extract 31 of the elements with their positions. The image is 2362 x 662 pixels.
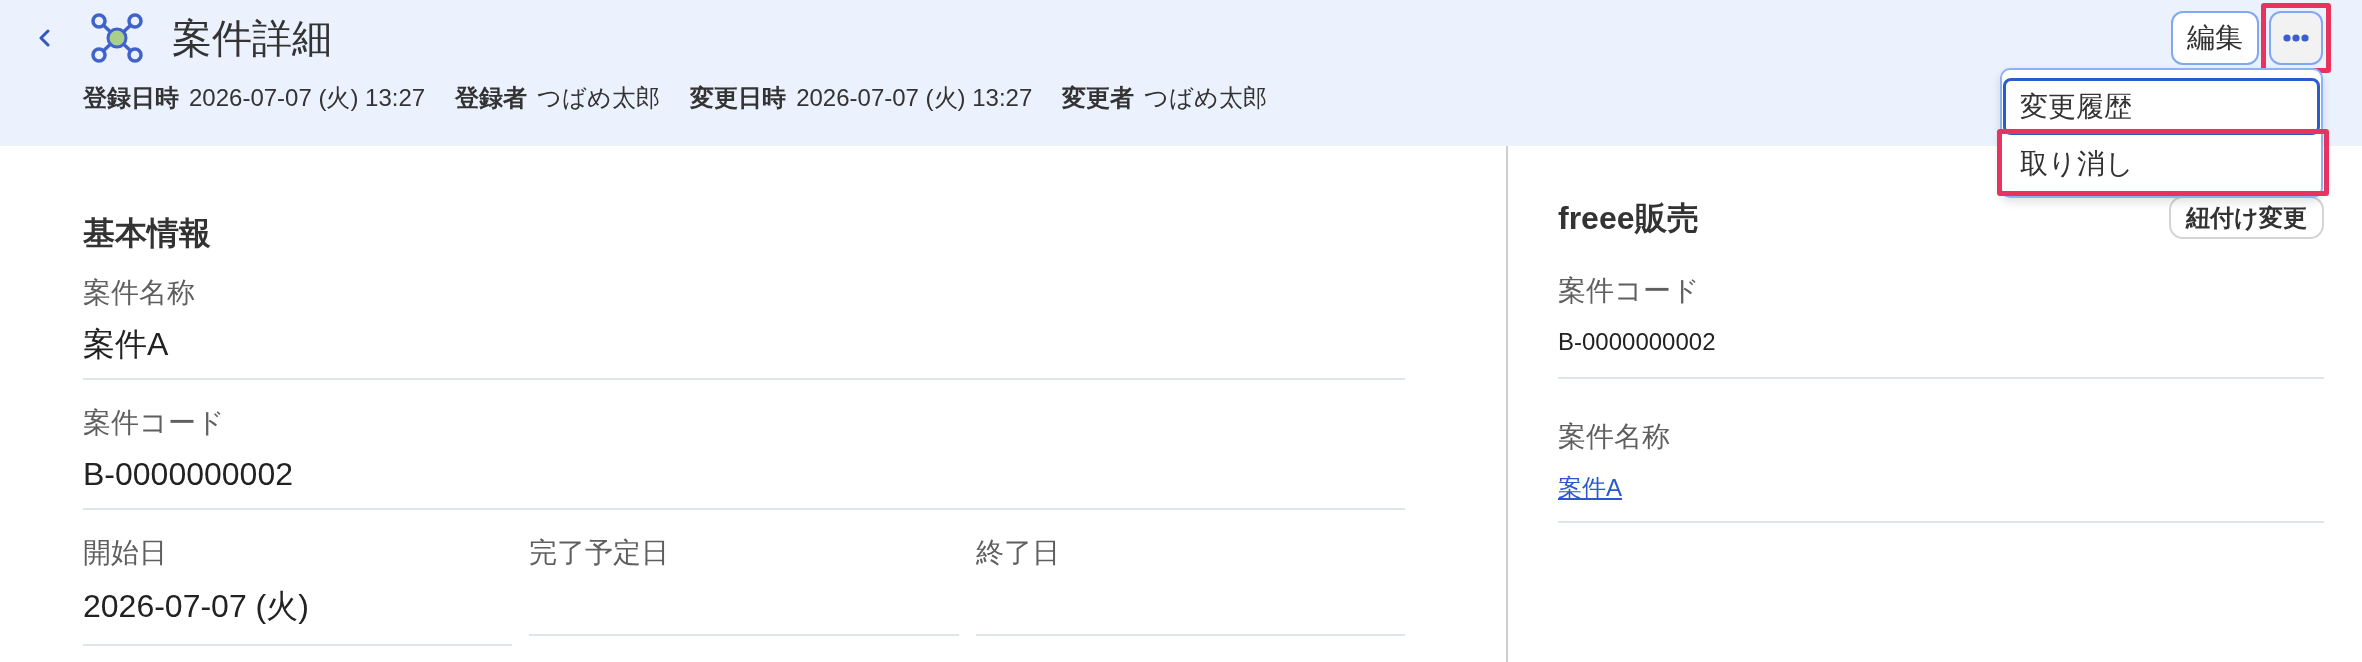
field-value: B-0000000002: [1558, 327, 1716, 357]
field-label: 完了予定日: [529, 536, 670, 570]
field-value: 2026-07-07 (火): [83, 587, 309, 626]
field-label: 開始日: [83, 536, 167, 570]
action-button[interactable]: 編集: [2171, 11, 2259, 65]
link[interactable]: 案件A: [1558, 474, 1622, 501]
network-icon: [91, 13, 143, 63]
ellipsis-icon: [2283, 34, 2309, 42]
meta-label: 登録日時: [83, 83, 179, 113]
more-button[interactable]: [2269, 11, 2323, 65]
meta-value: つばめ太郎: [1144, 83, 1268, 113]
field-label: 案件名称: [83, 276, 195, 310]
menu-item[interactable]: 変更履歴: [2003, 78, 2320, 135]
field-value: B-0000000002: [83, 455, 293, 494]
meta-value: 2026-07-07 (火) 13:27: [796, 83, 1033, 113]
back-button[interactable]: [37, 29, 51, 47]
chevron-left-icon: [37, 29, 51, 47]
page-title: 案件詳細: [172, 15, 332, 62]
section-heading: 基本情報: [83, 214, 211, 253]
meta-label: 登録者: [455, 83, 528, 113]
field-value: 案件A: [83, 325, 169, 364]
meta-value: つばめ太郎: [537, 83, 661, 113]
section-heading: freee販売: [1558, 198, 1699, 238]
relink-button[interactable]: 紐付け変更: [2169, 196, 2324, 239]
meta-label: 変更者: [1062, 83, 1135, 113]
field-label: 案件名称: [1558, 420, 1670, 454]
meta-label: 変更日時: [690, 83, 787, 113]
field-label: 案件コード: [83, 406, 225, 440]
field-label: 終了日: [975, 536, 1060, 570]
meta-value: 2026-07-07 (火) 13:27: [189, 83, 426, 113]
field-label: 案件コード: [1558, 274, 1700, 308]
